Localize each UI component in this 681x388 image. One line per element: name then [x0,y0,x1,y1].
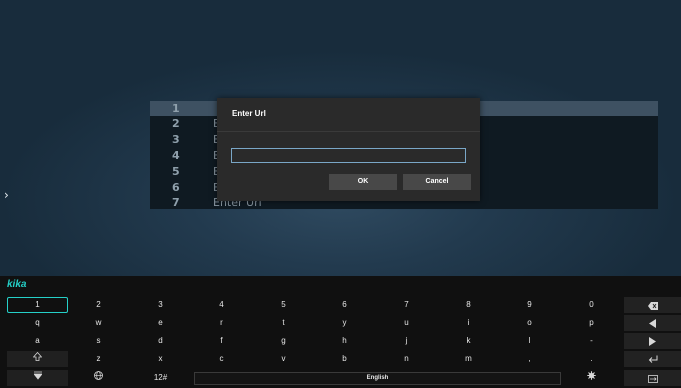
keyboard-row-qwerty: q w e r t y u i o p [0,315,681,331]
key-z[interactable]: z [68,351,129,367]
keyboard-row-numbers: 1 2 3 4 5 6 7 8 9 0 [0,297,681,313]
keyboard-switch-icon[interactable] [624,370,681,386]
ok-button[interactable]: OK [329,174,397,190]
key-4[interactable]: 4 [191,297,252,313]
key-t[interactable]: t [253,315,314,331]
list-item-number: 2 [172,117,180,130]
key-l[interactable]: l [499,333,560,349]
key-period[interactable]: . [561,351,622,367]
key-x[interactable]: x [130,351,191,367]
key-0[interactable]: 0 [561,297,622,313]
keyboard-row-zxcv: z x c v b n m , . [0,351,681,367]
key-h[interactable]: h [314,333,375,349]
key-b[interactable]: b [314,351,375,367]
list-item-number: 4 [172,149,180,162]
list-item-number: 1 [172,102,180,115]
key-y[interactable]: y [314,315,375,331]
list-item-number: 5 [172,165,180,178]
key-q[interactable]: q [7,315,68,331]
symbols-key[interactable]: 12# [130,370,191,386]
key-d[interactable]: d [130,333,191,349]
keyboard-row-bottom: 12# English [0,370,681,386]
shift-icon[interactable] [7,351,68,367]
backspace-icon[interactable] [624,297,681,313]
key-5[interactable]: 5 [253,297,314,313]
key-g[interactable]: g [253,333,314,349]
key-s[interactable]: s [68,333,129,349]
key-v[interactable]: v [253,351,314,367]
dialog-title: Enter Url [232,109,266,118]
globe-icon[interactable] [68,370,129,386]
list-item-number: 3 [172,133,180,146]
app-background: › 1 2 E 3 E 4 E 5 E 6 E 7 Enter Url [0,0,681,276]
key-n[interactable]: n [376,351,437,367]
key-9[interactable]: 9 [499,297,560,313]
key-1[interactable]: 1 [7,297,68,313]
key-i[interactable]: i [438,315,499,331]
key-2[interactable]: 2 [68,297,129,313]
arrow-left-icon[interactable] [624,315,681,331]
cancel-button[interactable]: Cancel [403,174,471,190]
arrow-right-icon[interactable] [624,333,681,349]
key-p[interactable]: p [561,315,622,331]
keyboard-brand-logo: kika [7,279,27,290]
list-item-number: 6 [172,181,180,194]
key-8[interactable]: 8 [438,297,499,313]
key-3[interactable]: 3 [130,297,191,313]
gear-icon[interactable] [561,370,622,386]
key-u[interactable]: u [376,315,437,331]
key-6[interactable]: 6 [314,297,375,313]
key-c[interactable]: c [191,351,252,367]
key-w[interactable]: w [68,315,129,331]
key-a[interactable]: a [7,333,68,349]
space-key[interactable]: English [194,372,561,385]
url-input[interactable] [231,148,466,163]
hide-keyboard-icon[interactable] [7,370,68,386]
key-m[interactable]: m [438,351,499,367]
key-f[interactable]: f [191,333,252,349]
enter-icon[interactable] [624,351,681,367]
onscreen-keyboard: kika 1 2 3 4 5 6 7 8 9 0 q w e r t y u i… [0,276,681,388]
key-j[interactable]: j [376,333,437,349]
chevron-right-icon[interactable]: › [4,188,9,202]
key-o[interactable]: o [499,315,560,331]
key-dash[interactable]: - [561,333,622,349]
dialog-divider [217,131,480,132]
keyboard-row-asdf: a s d f g h j k l - [0,333,681,349]
enter-url-dialog: Enter Url OK Cancel [217,98,480,201]
key-e[interactable]: e [130,315,191,331]
list-item-number: 7 [172,196,180,209]
key-comma[interactable]: , [499,351,560,367]
key-r[interactable]: r [191,315,252,331]
key-k[interactable]: k [438,333,499,349]
key-7[interactable]: 7 [376,297,437,313]
